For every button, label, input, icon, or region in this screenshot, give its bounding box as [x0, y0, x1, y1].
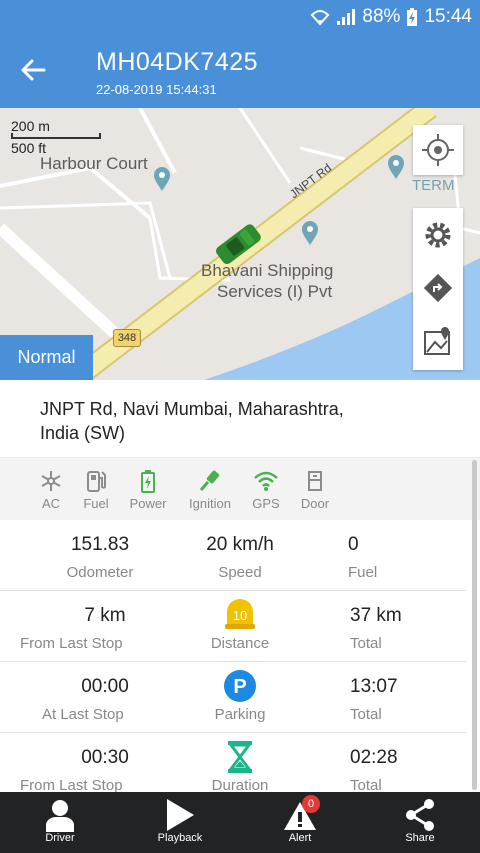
- battery-percent: 88%: [362, 6, 401, 27]
- key-icon: [199, 470, 220, 491]
- battery-icon: [141, 470, 155, 493]
- last-updated-time: 22-08-2019 15:44:31: [96, 82, 217, 97]
- map-scale: 200 m 500 ft: [11, 118, 101, 156]
- nav-playback[interactable]: Playback: [120, 792, 240, 853]
- map-view[interactable]: 200 m 500 ft Harbour Court EFC TERM Bhav…: [0, 108, 480, 380]
- clock: 15:44: [424, 6, 472, 27]
- distance-cell: 10 Distance: [170, 591, 310, 662]
- map-tools-panel: [413, 208, 463, 370]
- parking-total-cell: 13:07 Total: [350, 662, 430, 733]
- play-icon: [167, 799, 194, 831]
- parking-icon-text: P: [233, 676, 246, 698]
- address-panel: JNPT Rd, Navi Mumbai, Maharashtra, India…: [0, 380, 480, 458]
- distance-total-cell: 37 km Total: [350, 591, 430, 662]
- place-bhavani-line2: Services (I) Pvt: [217, 282, 333, 301]
- speed-label: Speed: [218, 564, 262, 581]
- battery-charging-icon: [407, 8, 418, 26]
- settings-gear-icon[interactable]: [423, 220, 453, 250]
- duration-total-cell: 02:28 Total: [350, 733, 430, 792]
- cell-signal-icon: [337, 9, 356, 25]
- map-mode-button[interactable]: Normal: [0, 335, 93, 380]
- nav-share[interactable]: Share: [360, 792, 480, 853]
- status-ignition: Ignition: [180, 468, 240, 511]
- map-type-icon[interactable]: [423, 326, 453, 356]
- place-harbour-court: Harbour Court: [40, 154, 148, 173]
- parking-icon: P: [170, 669, 310, 703]
- map-pin-icon: [302, 221, 318, 245]
- wifi-icon: [254, 471, 278, 491]
- app-bar: MH04DK7425 22-08-2019 15:44:31: [0, 33, 480, 108]
- speed-value: 20 km/h: [206, 534, 274, 555]
- status-power: Power: [118, 468, 178, 511]
- status-fuel-label: Fuel: [83, 496, 109, 511]
- fuel-label: Fuel: [348, 564, 378, 581]
- map-pin-icon: [154, 167, 170, 191]
- parking-total-label: Total: [350, 706, 382, 723]
- speed-cell: 20 km/h Speed: [170, 520, 310, 591]
- map-pin-icon: [388, 155, 404, 179]
- stats-row-odometer: 151.83 Odometer 20 km/h Speed 0 Fuel: [0, 520, 466, 591]
- nav-playback-label: Playback: [157, 832, 203, 844]
- fuel-pump-icon: [87, 471, 106, 492]
- distance-total-value: 37 km: [350, 605, 402, 626]
- wifi-signal-icon: [311, 10, 330, 26]
- stats-row-parking: 00:00 At Last Stop P Parking 13:07 Total: [0, 662, 466, 733]
- back-arrow-icon[interactable]: [18, 53, 48, 87]
- stats-row-distance: 7 km From Last Stop 10 Distance 37 km To…: [0, 591, 466, 662]
- distance-total-label: Total: [350, 635, 382, 652]
- status-power-label: Power: [129, 496, 167, 511]
- parking-cell: P Parking: [170, 662, 310, 733]
- alert-count-badge: 0: [302, 795, 320, 813]
- duration-label: Duration: [211, 777, 269, 792]
- fuel-cell: 0 Fuel: [348, 520, 388, 591]
- duration-total-value: 02:28: [350, 747, 398, 768]
- stats-panel: 151.83 Odometer 20 km/h Speed 0 Fuel 7 k…: [0, 520, 480, 792]
- my-location-button[interactable]: [413, 125, 463, 175]
- scrollbar[interactable]: [472, 460, 477, 790]
- crosshair-icon: [422, 134, 454, 166]
- vehicle-number: MH04DK7425: [96, 48, 259, 76]
- distance-from-last-stop-label: From Last Stop: [20, 635, 123, 652]
- distance-label: Distance: [210, 635, 270, 652]
- status-fuel: Fuel: [66, 468, 126, 511]
- distance-odometer-icon: 10: [170, 598, 310, 630]
- parking-label: Parking: [214, 706, 266, 723]
- hourglass-icon: [170, 740, 310, 774]
- at-last-stop-label: At Last Stop: [42, 706, 124, 723]
- parking-total-value: 13:07: [350, 676, 398, 697]
- nav-driver-label: Driver: [45, 832, 75, 844]
- status-ignition-label: Ignition: [189, 496, 231, 511]
- distance-icon-text: 10: [233, 608, 247, 623]
- duration-from-last-stop-label: From Last Stop: [20, 777, 123, 792]
- directions-icon[interactable]: [423, 273, 453, 303]
- duration-total-label: Total: [350, 777, 382, 792]
- duration-cell: Duration: [170, 733, 310, 792]
- snowflake-icon: [41, 471, 61, 491]
- status-icons-row: AC Fuel Power Ignition GPS Door: [0, 458, 480, 520]
- stats-row-duration: 00:30 From Last Stop Duration 02:28 Tota…: [0, 733, 466, 792]
- highway-shield: 348: [113, 329, 141, 347]
- address-text: JNPT Rd, Navi Mumbai, Maharashtra, India…: [40, 399, 344, 443]
- door-icon: [308, 471, 322, 491]
- status-door-label: Door: [300, 496, 330, 511]
- status-door: Door: [285, 468, 345, 511]
- person-icon: [46, 800, 74, 832]
- nav-alert-label: Alert: [288, 832, 312, 844]
- vehicle-marker-icon[interactable]: [210, 220, 268, 270]
- fuel-value: 0: [348, 534, 359, 555]
- status-bar-right: 88% 15:44: [310, 4, 472, 30]
- nav-driver[interactable]: Driver: [0, 792, 120, 853]
- nav-alert[interactable]: Alert: [240, 792, 360, 853]
- share-icon: [406, 799, 434, 831]
- bottom-nav: Driver Playback Alert 0 Share: [0, 792, 480, 853]
- nav-share-label: Share: [405, 832, 435, 844]
- status-bar: 88% 15:44: [0, 0, 480, 33]
- map-scale-meters: 200 m: [11, 118, 50, 134]
